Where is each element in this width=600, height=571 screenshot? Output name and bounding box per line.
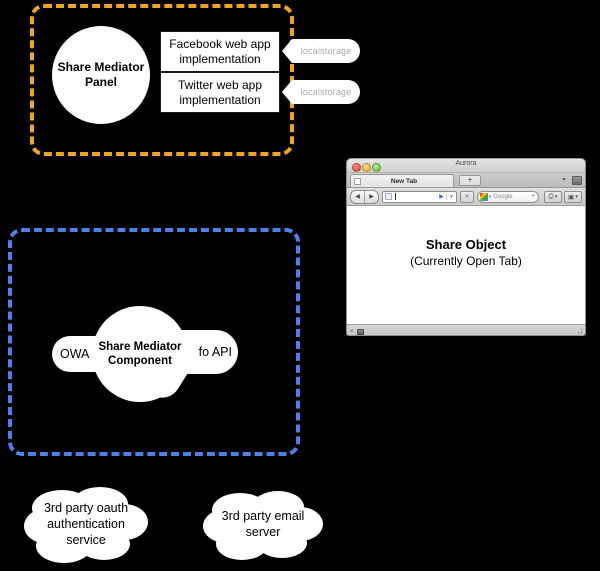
statusbar-addon-icon[interactable] xyxy=(356,328,364,335)
forward-icon[interactable]: ▶ xyxy=(365,191,378,203)
twitter-localstorage-label: localstorage xyxy=(300,87,352,97)
browser-window[interactable]: Aurora New Tab + ▾ ◀ ▶ ▶ ▾ ✕ ▾ Google ⌕ … xyxy=(332,150,600,345)
search-engine-label: Google xyxy=(493,193,513,200)
text-caret xyxy=(395,193,396,200)
print-chevron-down-icon: ▾ xyxy=(554,193,558,200)
downloads-icon: ▣ xyxy=(568,193,575,201)
facebook-web-app-implementation-box[interactable]: Facebook web app implementation xyxy=(160,31,280,72)
share-mediator-panel-node[interactable]: Share Mediator Panel xyxy=(52,26,150,124)
tab-new-tab[interactable]: New Tab xyxy=(350,174,454,187)
list-all-tabs-icon[interactable]: ▾ xyxy=(561,177,567,183)
browser-frame: Aurora New Tab + ▾ ◀ ▶ ▶ ▾ ✕ ▾ Google ⌕ … xyxy=(346,158,586,336)
browser-titlebar: Aurora xyxy=(347,159,585,173)
statusbar-close-icon[interactable]: × xyxy=(350,329,354,335)
downloads-chevron-down-icon: ▾ xyxy=(575,193,578,200)
back-icon[interactable]: ◀ xyxy=(351,190,365,203)
facebook-localstorage-callout[interactable]: localstorage xyxy=(282,37,360,65)
cloud-email-server[interactable]: 3rd party email server xyxy=(200,486,326,564)
new-tab-button[interactable]: + xyxy=(459,174,481,186)
cloud-oauth-label: 3rd party oauth authentication service xyxy=(43,501,129,547)
print-button[interactable]: ⎙ ▾ xyxy=(544,190,562,203)
search-icon[interactable]: ⌕ xyxy=(532,193,535,200)
print-icon: ⎙ xyxy=(548,192,554,200)
tab-overflow-button[interactable] xyxy=(572,175,582,185)
back-forward-control: ◀ ▶ xyxy=(350,189,379,204)
search-input[interactable]: ▾ Google ⌕ xyxy=(477,190,539,203)
share-object-subtitle: (Currently Open Tab) xyxy=(410,253,522,268)
tab-new-tab-label: New Tab xyxy=(390,177,418,185)
tab-favicon-icon xyxy=(354,177,361,185)
facebook-localstorage-label: localstorage xyxy=(300,46,352,56)
browser-statusbar: × xyxy=(347,324,585,336)
url-address-bar[interactable]: ▶ ▾ xyxy=(382,190,457,203)
site-favicon-icon xyxy=(385,193,392,200)
browser-page-content: Share Object (Currently Open Tab) xyxy=(347,206,585,324)
share-object-title: Share Object xyxy=(425,236,507,252)
resize-grip-icon[interactable] xyxy=(575,329,583,336)
browser-window-title: Aurora xyxy=(455,160,477,167)
twitter-web-app-implementation-box[interactable]: Twitter web app implementation xyxy=(160,72,280,113)
diagram-canvas: Share Mediator Panel Facebook web app im… xyxy=(0,0,600,571)
browser-tabbar: New Tab + ▾ xyxy=(347,173,585,188)
downloads-button[interactable]: ▣ ▾ xyxy=(564,190,582,203)
twitter-localstorage-callout[interactable]: localstorage xyxy=(282,78,360,106)
share-mediator-component-node[interactable]: Share Mediator Component xyxy=(92,306,188,402)
cloud-email-label: 3rd party email server xyxy=(221,509,305,539)
google-logo-icon xyxy=(480,192,488,201)
browser-navigation-toolbar: ◀ ▶ ▶ ▾ ✕ ▾ Google ⌕ ⎙ ▾ ▣ ▾ xyxy=(347,188,585,206)
stop-button[interactable]: ✕ xyxy=(460,190,474,203)
chevron-down-icon[interactable]: ▾ xyxy=(446,193,456,200)
cloud-oauth-authentication-service[interactable]: 3rd party oauth authentication service xyxy=(20,482,152,568)
go-icon[interactable]: ▶ xyxy=(437,193,446,200)
